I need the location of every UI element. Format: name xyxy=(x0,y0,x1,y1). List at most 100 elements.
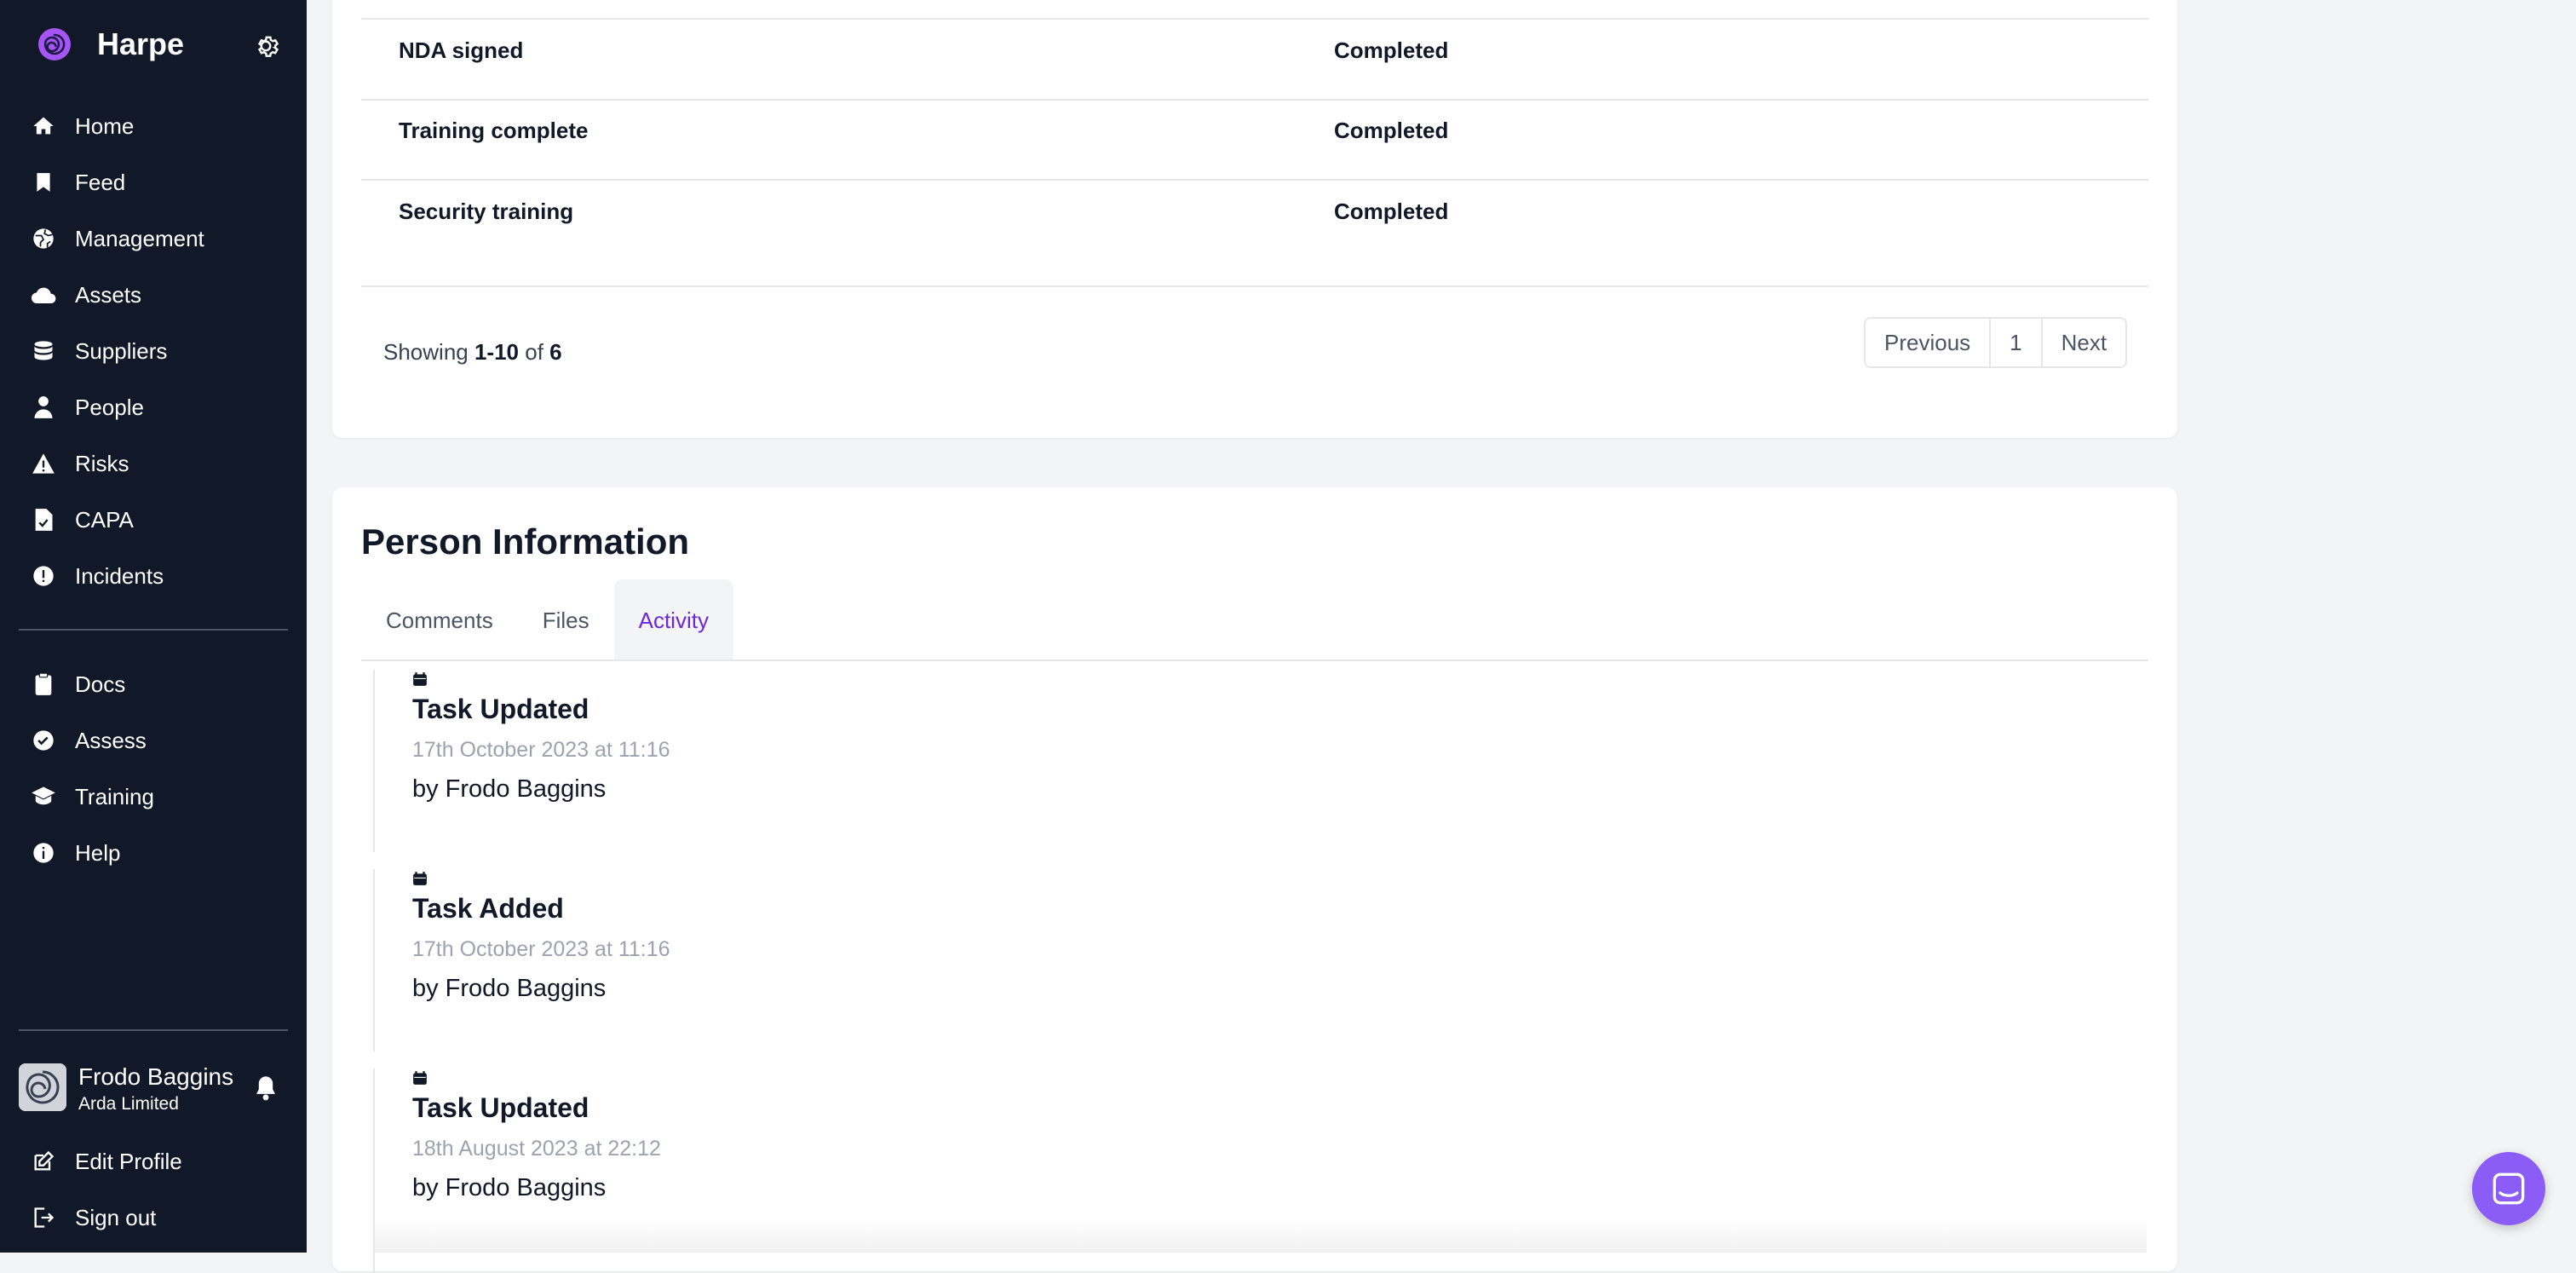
activity-title: Task Added xyxy=(412,893,564,924)
nav-item-home[interactable]: Home xyxy=(19,98,288,154)
nav-label: Home xyxy=(75,112,135,139)
tab-files[interactable]: Files xyxy=(518,579,614,661)
chat-icon xyxy=(2493,1172,2525,1205)
warning-icon xyxy=(31,451,56,476)
pagination-summary: Showing 1-10 of 6 xyxy=(383,339,562,366)
tab-bar: Comments Files Activity xyxy=(361,579,733,661)
nav-item-management[interactable]: Management xyxy=(19,210,288,267)
activity-author: by Frodo Baggins xyxy=(412,775,607,803)
training-status-cell: Completed xyxy=(1334,199,1449,224)
activity-date: 17th October 2023 at 11:16 xyxy=(412,937,670,961)
activity-author: by Frodo Baggins xyxy=(412,975,607,1002)
primary-nav: Home Feed Management Assets Suppliers Pe… xyxy=(19,98,288,604)
timeline-line xyxy=(373,869,375,1051)
nav-item-training[interactable]: Training xyxy=(19,769,288,825)
tab-activity[interactable]: Activity xyxy=(613,579,733,661)
nav-item-assets[interactable]: Assets xyxy=(19,267,288,323)
nav-label: Sign out xyxy=(75,1204,157,1230)
showing-total: 6 xyxy=(549,339,562,365)
user-profile[interactable]: Frodo Baggins Arda Limited xyxy=(19,1063,288,1114)
showing-range: 1-10 xyxy=(474,339,520,365)
training-name-cell: NDA signed xyxy=(399,37,524,63)
calendar-icon xyxy=(413,672,427,686)
nav-item-suppliers[interactable]: Suppliers xyxy=(19,323,288,379)
row-divider xyxy=(361,18,2148,20)
nav-item-docs[interactable]: Docs xyxy=(19,656,288,712)
exclamation-circle-icon xyxy=(31,563,56,589)
activity-date: 17th October 2023 at 11:16 xyxy=(412,738,670,762)
graduation-cap-icon xyxy=(31,784,56,809)
table-bottom-border xyxy=(361,285,2148,287)
nav-item-people[interactable]: People xyxy=(19,379,288,435)
nav-label: Suppliers xyxy=(75,337,168,364)
training-table-card: NDA signed Completed Training complete C… xyxy=(332,0,2177,438)
training-name-cell: Training complete xyxy=(399,118,589,143)
previous-page-button[interactable]: Previous xyxy=(1866,319,1992,366)
person-information-card: Person Information Comments Files Activi… xyxy=(332,487,2177,1273)
user-org: Arda Limited xyxy=(78,1094,179,1114)
calendar-icon xyxy=(413,1071,427,1085)
nav-item-feed[interactable]: Feed xyxy=(19,154,288,210)
sign-out-link[interactable]: Sign out xyxy=(19,1189,288,1246)
chat-launcher-button[interactable] xyxy=(2472,1152,2545,1225)
nav-label: Help xyxy=(75,839,121,866)
cloud-icon xyxy=(31,282,56,308)
activity-title: Task Updated xyxy=(412,694,589,724)
activity-author: by Frodo Baggins xyxy=(412,1174,607,1201)
clipboard-icon xyxy=(31,671,56,697)
training-status-cell: Completed xyxy=(1334,37,1449,63)
tabs-divider xyxy=(361,660,2148,661)
edit-icon xyxy=(31,1149,56,1174)
calendar-icon xyxy=(413,872,427,885)
activity-date: 18th August 2023 at 22:12 xyxy=(412,1137,661,1161)
nav-label: Risks xyxy=(75,450,129,476)
nav-item-help[interactable]: Help xyxy=(19,825,288,881)
edit-profile-link[interactable]: Edit Profile xyxy=(19,1133,288,1189)
next-page-button[interactable]: Next xyxy=(2043,319,2125,366)
activity-title: Task Updated xyxy=(412,1092,589,1123)
scroll-fade xyxy=(375,1218,2147,1253)
training-status-cell: Completed xyxy=(1334,118,1449,143)
avatar xyxy=(19,1063,66,1111)
training-name-cell: Security training xyxy=(399,199,574,224)
pagination: Previous 1 Next xyxy=(1864,317,2128,368)
sign-out-icon xyxy=(31,1205,56,1230)
info-icon xyxy=(31,840,56,866)
bookmark-icon xyxy=(31,170,56,195)
harpe-logo-icon xyxy=(38,28,71,60)
user-name: Frodo Baggins xyxy=(78,1063,234,1090)
nav-label: Training xyxy=(75,783,154,809)
globe-icon xyxy=(31,226,56,251)
nav-label: Management xyxy=(75,225,204,251)
row-divider xyxy=(361,99,2148,101)
brand[interactable]: Harpe xyxy=(37,22,184,66)
nav-item-incidents[interactable]: Incidents xyxy=(19,548,288,604)
sidebar-divider xyxy=(19,1029,288,1031)
footer-nav: Edit Profile Sign out xyxy=(19,1133,288,1246)
timeline-line xyxy=(373,670,375,852)
nav-label: Edit Profile xyxy=(75,1148,182,1174)
user-icon xyxy=(31,395,56,420)
secondary-nav: Docs Assess Training Help xyxy=(19,656,288,881)
nav-item-capa[interactable]: CAPA xyxy=(19,492,288,548)
home-icon xyxy=(31,113,56,139)
nav-label: Docs xyxy=(75,671,126,697)
section-title: Person Information xyxy=(361,521,690,562)
nav-label: Incidents xyxy=(75,562,164,589)
nav-label: People xyxy=(75,394,144,420)
showing-of: of xyxy=(525,339,543,365)
bell-icon[interactable] xyxy=(254,1075,278,1101)
nav-item-risks[interactable]: Risks xyxy=(19,435,288,492)
sidebar: Harpe Home Feed Management Assets Suppli… xyxy=(0,0,307,1253)
check-badge-icon xyxy=(31,728,56,753)
nav-label: CAPA xyxy=(75,506,134,533)
tab-comments[interactable]: Comments xyxy=(361,579,518,661)
sidebar-divider xyxy=(19,629,288,631)
row-divider xyxy=(361,179,2148,181)
nav-label: Assess xyxy=(75,727,147,753)
app-name: Harpe xyxy=(97,26,185,61)
settings-gear-icon[interactable] xyxy=(250,31,281,61)
nav-label: Assets xyxy=(75,281,142,308)
nav-item-assess[interactable]: Assess xyxy=(19,712,288,769)
page-1-button[interactable]: 1 xyxy=(1991,319,2043,366)
